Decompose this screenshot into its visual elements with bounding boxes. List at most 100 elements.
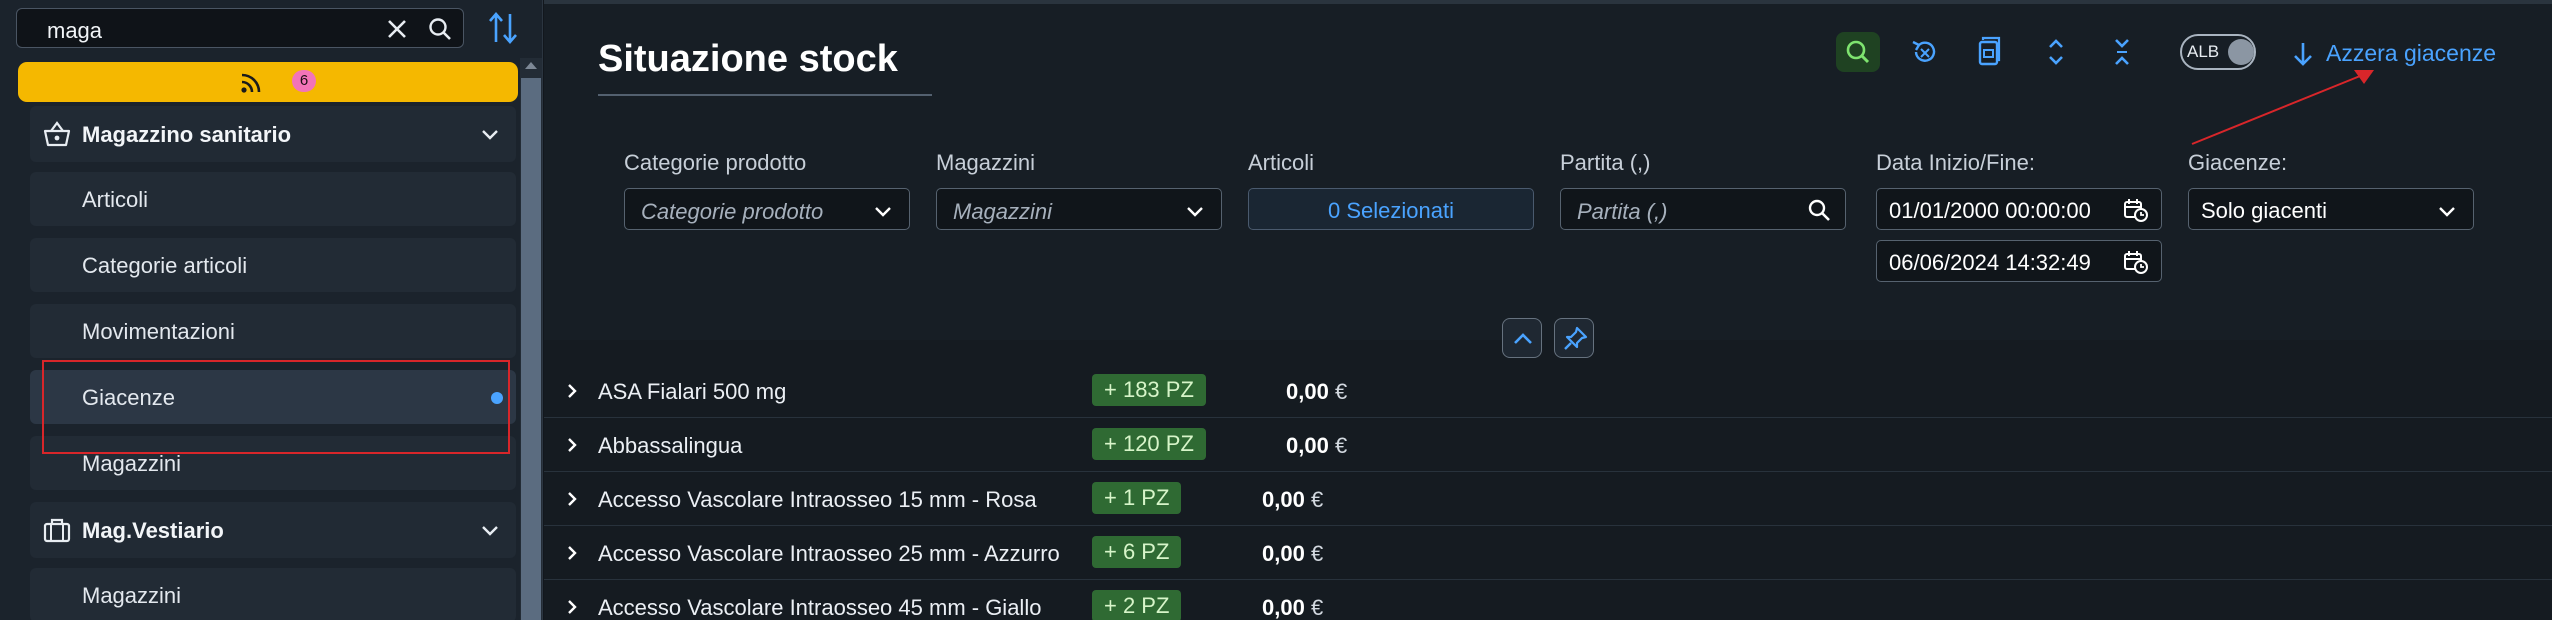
articoli-selector-button[interactable]: 0 Selezionati bbox=[1248, 188, 1534, 230]
sidebar-search-input[interactable]: maga bbox=[47, 18, 102, 44]
sidebar-group-label: Mag.Vestiario bbox=[82, 518, 224, 543]
currency-symbol: € bbox=[1334, 433, 1348, 458]
currency-symbol: € bbox=[1310, 487, 1324, 512]
search-icon bbox=[1846, 40, 1870, 64]
sidebar-item-label: Movimentazioni bbox=[82, 319, 235, 344]
basket-icon bbox=[43, 121, 71, 147]
magazzini-select[interactable]: Magazzini bbox=[936, 188, 1222, 230]
list-item[interactable]: Abbassalingua + 120 PZ 0,00 € bbox=[544, 418, 2552, 472]
quantity-badge: + 1 PZ bbox=[1092, 482, 1182, 514]
sidebar-item-categorie-articoli[interactable]: Categorie articoli bbox=[30, 238, 516, 292]
calendar-clock-icon[interactable] bbox=[2123, 249, 2149, 275]
sidebar-item-label: Articoli bbox=[82, 187, 149, 212]
annotation-arrow-icon bbox=[2191, 70, 2374, 145]
collapse-header-button[interactable] bbox=[1502, 318, 1542, 358]
item-name: Abbassalingua bbox=[598, 433, 743, 458]
sidebar-group-label: Magazzino sanitario bbox=[82, 122, 292, 147]
title-underline bbox=[598, 94, 932, 96]
sidebar-item-magazzini-vestiario[interactable]: Magazzini bbox=[30, 568, 516, 620]
pin-icon bbox=[1564, 326, 1588, 350]
filter-label-articoli: Articoli bbox=[1248, 150, 1315, 175]
calendar-clock-icon[interactable] bbox=[2123, 197, 2149, 223]
item-amount: 0,00 € bbox=[1262, 541, 1323, 567]
sidebar-scroll-thumb[interactable] bbox=[521, 78, 541, 620]
list-item[interactable]: Accesso Vascolare Intraosseo 45 mm - Gia… bbox=[544, 580, 2552, 620]
chevron-right-icon[interactable] bbox=[564, 435, 580, 455]
collapse-icon bbox=[2115, 39, 2129, 65]
sort-icon[interactable] bbox=[486, 10, 520, 46]
list-item[interactable]: ASA Fialari 500 mg + 183 PZ 0,00 € bbox=[544, 364, 2552, 418]
rss-feed-icon bbox=[241, 73, 261, 93]
sidebar-item-label: Magazzini bbox=[82, 583, 182, 608]
select-placeholder: Magazzini bbox=[953, 199, 1053, 224]
amount-value: 0,00 bbox=[1262, 541, 1305, 566]
giacenze-selected-value: Solo giacenti bbox=[2201, 198, 2327, 223]
item-name: ASA Fialari 500 mg bbox=[598, 379, 787, 404]
collapse-all-button[interactable] bbox=[2100, 32, 2144, 72]
pin-header-button[interactable] bbox=[1554, 318, 1594, 358]
end-date-input[interactable]: 06/06/2024 14:32:49 bbox=[1876, 240, 2162, 282]
sidebar-item-label: Categorie articoli bbox=[82, 253, 248, 278]
chevron-right-icon[interactable] bbox=[564, 489, 580, 509]
giacenze-select[interactable]: Solo giacenti bbox=[2188, 188, 2474, 230]
chevron-down-icon bbox=[2439, 207, 2455, 217]
app-window: maga 6 Magazzino sanitario Articoli Cate… bbox=[0, 0, 2552, 620]
chevron-down-icon bbox=[875, 207, 891, 217]
amount-value: 0,00 bbox=[1262, 595, 1305, 620]
chevron-down-icon[interactable] bbox=[480, 124, 500, 144]
close-icon[interactable] bbox=[385, 17, 409, 41]
quantity-badge: + 6 PZ bbox=[1092, 536, 1182, 568]
partita-input[interactable]: Partita (,) bbox=[1560, 188, 1846, 230]
select-placeholder: Categorie prodotto bbox=[641, 199, 824, 224]
item-amount: 0,00 € bbox=[1286, 433, 1347, 459]
end-date-value: 06/06/2024 14:32:49 bbox=[1889, 250, 2091, 275]
sidebar-item-label: Magazzini bbox=[82, 451, 182, 476]
notification-feed-bar[interactable]: 6 bbox=[18, 62, 518, 102]
sidebar: maga 6 Magazzino sanitario Articoli Cate… bbox=[0, 0, 543, 620]
chevron-right-icon[interactable] bbox=[564, 597, 580, 617]
scroll-up-arrow-icon[interactable] bbox=[525, 62, 537, 69]
currency-symbol: € bbox=[1334, 379, 1348, 404]
start-date-value: 01/01/2000 00:00:00 bbox=[1889, 198, 2091, 223]
annotation-highlight-box bbox=[42, 360, 510, 454]
chevron-down-icon[interactable] bbox=[480, 520, 500, 540]
filter-label-giacenze: Giacenze: bbox=[2188, 150, 2288, 175]
warehouse-icon bbox=[1978, 36, 2001, 66]
categorie-prodotto-select[interactable]: Categorie prodotto bbox=[624, 188, 910, 230]
filter-label-magazzini: Magazzini bbox=[936, 150, 1036, 175]
search-icon[interactable] bbox=[1807, 198, 1831, 222]
quantity-badge: + 2 PZ bbox=[1092, 590, 1182, 620]
item-amount: 0,00 € bbox=[1262, 487, 1323, 513]
filter-label-date: Data Inizio/Fine: bbox=[1876, 150, 2035, 175]
search-button[interactable] bbox=[1836, 32, 1880, 72]
chevron-right-icon[interactable] bbox=[564, 543, 580, 563]
list-item[interactable]: Accesso Vascolare Intraosseo 25 mm - Azz… bbox=[544, 526, 2552, 580]
amount-value: 0,00 bbox=[1286, 433, 1329, 458]
reset-filters-button[interactable] bbox=[1902, 32, 1946, 72]
warehouse-button[interactable] bbox=[1968, 32, 2012, 72]
sidebar-group-mag-vestiario[interactable]: Mag.Vestiario bbox=[30, 502, 516, 558]
item-name: Accesso Vascolare Intraosseo 45 mm - Gia… bbox=[598, 595, 1042, 620]
articoli-selected-count: 0 Selezionati bbox=[1328, 198, 1454, 223]
sidebar-item-movimentazioni[interactable]: Movimentazioni bbox=[30, 304, 516, 358]
expand-icon bbox=[2049, 39, 2063, 65]
notification-count-badge: 6 bbox=[292, 70, 316, 92]
briefcase-icon bbox=[43, 518, 71, 543]
currency-symbol: € bbox=[1310, 595, 1324, 620]
sidebar-search-box[interactable]: maga bbox=[16, 8, 464, 48]
filter-label-categorie: Categorie prodotto bbox=[624, 150, 807, 175]
chevron-down-icon bbox=[1187, 207, 1203, 217]
chevron-right-icon[interactable] bbox=[564, 381, 580, 401]
sidebar-item-articoli[interactable]: Articoli bbox=[30, 172, 516, 226]
list-item[interactable]: Accesso Vascolare Intraosseo 15 mm - Ros… bbox=[544, 472, 2552, 526]
amount-value: 0,00 bbox=[1286, 379, 1329, 404]
expand-all-button[interactable] bbox=[2034, 32, 2078, 72]
reset-icon bbox=[1912, 40, 1936, 62]
search-icon[interactable] bbox=[427, 16, 453, 42]
quantity-badge: + 120 PZ bbox=[1092, 428, 1206, 460]
sidebar-group-magazzino-sanitario[interactable]: Magazzino sanitario bbox=[30, 106, 516, 162]
item-name: Accesso Vascolare Intraosseo 15 mm - Ros… bbox=[598, 487, 1037, 512]
filter-label-partita: Partita (,) bbox=[1560, 150, 1651, 175]
start-date-input[interactable]: 01/01/2000 00:00:00 bbox=[1876, 188, 2162, 230]
item-amount: 0,00 € bbox=[1262, 595, 1323, 620]
